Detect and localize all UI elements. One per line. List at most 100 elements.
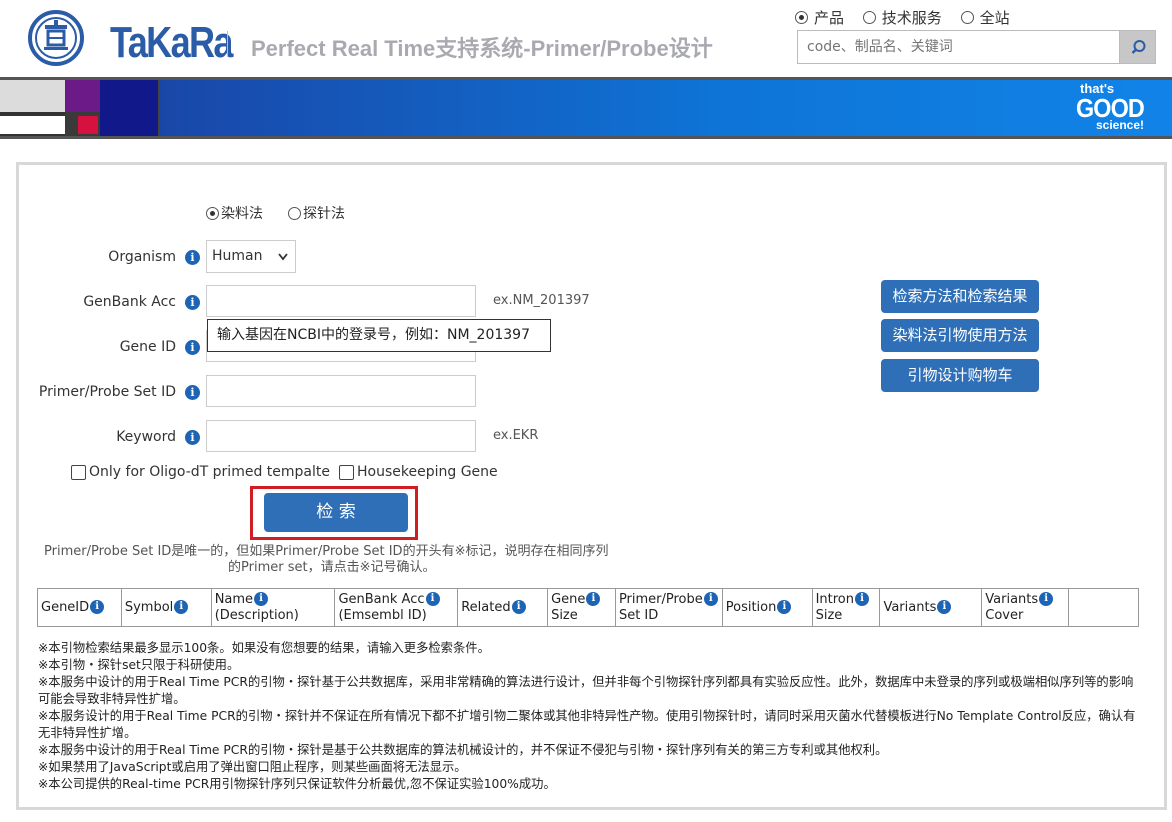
genbank-example: ex.NM_201397 bbox=[493, 293, 590, 308]
genbank-input[interactable] bbox=[206, 285, 476, 317]
info-icon[interactable]: i bbox=[90, 599, 105, 614]
site-search-button[interactable] bbox=[1119, 30, 1156, 64]
column-header: Position i bbox=[723, 589, 813, 626]
info-icon[interactable]: i bbox=[511, 599, 526, 614]
checkbox-icon[interactable] bbox=[71, 464, 86, 480]
scope-option-label: 全站 bbox=[979, 9, 1010, 27]
column-header: Primer/Probe i Set ID bbox=[616, 589, 723, 626]
column-header-label: GeneID i bbox=[41, 599, 105, 616]
banner-gradient bbox=[160, 80, 1172, 136]
info-icon[interactable]: i bbox=[425, 591, 440, 606]
column-header-label: Position i bbox=[726, 599, 792, 616]
column-header: Intron i Size bbox=[813, 589, 881, 626]
oligo-dt-checkbox[interactable]: Only for Oligo-dT primed tempalte bbox=[71, 464, 330, 480]
note-line: 的Primer set，请点击※记号确认。 bbox=[228, 560, 436, 575]
column-header-label: Variants i bbox=[883, 599, 952, 616]
column-header: Related i bbox=[458, 589, 549, 626]
note-line: Primer/Probe Set ID是唯一的，但如果Primer/Probe … bbox=[44, 544, 609, 559]
site-search-input[interactable] bbox=[797, 30, 1119, 64]
column-header: Variants i bbox=[880, 589, 983, 626]
disclaimer-line: ※本服务设计的用于Real Time PCR的引物・探针并不保证在所有情况下都不… bbox=[38, 709, 1136, 740]
brand-wordmark: TaKaRa bbox=[110, 18, 233, 67]
genbank-info-icon[interactable]: i bbox=[185, 295, 200, 310]
radio-selected-icon[interactable] bbox=[206, 206, 219, 220]
radio-icon[interactable] bbox=[862, 11, 876, 24]
housekeeping-label: Housekeeping Gene bbox=[357, 464, 498, 480]
method-option-probe[interactable]: 探针法 bbox=[288, 203, 345, 223]
scope-option-site[interactable]: 全站 bbox=[960, 7, 1010, 28]
results-table-header: GeneID i Symbol i Name i (Description) GenBank … bbox=[37, 588, 1139, 627]
keyword-input[interactable] bbox=[206, 420, 476, 452]
column-header-label: Symbol i bbox=[125, 599, 189, 616]
site-header: TaKaRa Perfect Real Time支持系统-Primer/Prob… bbox=[0, 0, 1172, 78]
disclaimer-line: ※本引物检索结果最多显示100条。如果没有您想要的结果，请输入更多检索条件。 bbox=[38, 641, 490, 655]
info-icon[interactable]: i bbox=[1039, 591, 1054, 606]
scope-option-tech[interactable]: 技术服务 bbox=[862, 7, 942, 28]
method-option-dye[interactable]: 染料法 bbox=[206, 203, 263, 223]
column-header: Symbol i bbox=[122, 589, 212, 626]
info-icon[interactable]: i bbox=[937, 599, 952, 614]
column-header-label: Primer/Probe i Set ID bbox=[619, 591, 718, 624]
info-icon[interactable]: i bbox=[703, 591, 718, 606]
disclaimer-notes: ※本引物检索结果最多显示100条。如果没有您想要的结果，请输入更多检索条件。 ※本… bbox=[38, 640, 1142, 793]
takara-seal-icon bbox=[28, 10, 84, 66]
primer-set-info-icon[interactable]: i bbox=[185, 385, 200, 400]
column-header: Variants i Cover bbox=[982, 589, 1070, 626]
column-header: GeneID i bbox=[38, 589, 122, 626]
info-icon[interactable]: i bbox=[174, 599, 189, 614]
primer-cart-button[interactable]: 引物设计购物车 bbox=[881, 359, 1039, 392]
column-header-label: Intron i Size bbox=[816, 591, 870, 624]
chevron-down-icon bbox=[278, 253, 288, 261]
method-label: 染料法 bbox=[221, 206, 263, 222]
organism-select[interactable]: Human bbox=[206, 240, 296, 273]
primer-set-label: Primer/Probe Set ID bbox=[38, 384, 176, 400]
organism-info-icon[interactable]: i bbox=[185, 250, 200, 265]
banner-border bbox=[0, 136, 1172, 139]
banner-block bbox=[0, 80, 65, 112]
column-header-label: Related i bbox=[461, 599, 526, 616]
info-icon[interactable]: i bbox=[777, 599, 792, 614]
method-label: 探针法 bbox=[303, 206, 345, 222]
scope-option-product[interactable]: 产品 bbox=[795, 7, 844, 28]
search-method-button[interactable]: 检索方法和检索结果 bbox=[881, 280, 1039, 313]
search-scope-radio-group: 产品 技术服务 全站 bbox=[795, 7, 1024, 27]
banner-block bbox=[78, 116, 98, 134]
column-header-label: GenBank Acc i (Emsembl ID) bbox=[338, 591, 440, 624]
radio-selected-icon[interactable] bbox=[795, 11, 808, 24]
scope-option-label: 技术服务 bbox=[881, 9, 942, 27]
column-header-label: Name i (Description) bbox=[214, 591, 299, 623]
geneid-info-icon[interactable]: i bbox=[185, 340, 200, 355]
radio-icon[interactable] bbox=[288, 206, 301, 220]
info-icon[interactable]: i bbox=[586, 591, 601, 606]
column-header: Name i (Description) bbox=[212, 589, 336, 626]
dye-usage-button[interactable]: 染料法引物使用方法 bbox=[881, 319, 1039, 352]
genbank-tooltip: 输入基因在NCBI中的登录号，例如：NM_201397 bbox=[207, 319, 551, 352]
organism-label: Organism bbox=[108, 249, 176, 265]
disclaimer-line: ※本引物・探针set只限于科研使用。 bbox=[38, 658, 240, 672]
tagline-good: GOOD bbox=[1076, 93, 1145, 123]
primer-set-input[interactable] bbox=[206, 375, 476, 407]
info-icon[interactable]: i bbox=[254, 591, 269, 606]
banner-block bbox=[100, 80, 158, 136]
keyword-info-icon[interactable]: i bbox=[185, 430, 200, 445]
column-header-label: Variants i Cover bbox=[985, 591, 1054, 624]
column-header-label: Gene i Size bbox=[551, 591, 601, 624]
organism-selected-value: Human bbox=[212, 248, 263, 264]
radio-icon[interactable] bbox=[960, 11, 974, 24]
banner-block bbox=[65, 80, 100, 112]
thats-good-science-logo: that's GOOD science! bbox=[1076, 82, 1160, 132]
page-title: Perfect Real Time支持系统-Primer/Probe设计 bbox=[251, 36, 713, 61]
takara-logo[interactable]: TaKaRa bbox=[26, 10, 233, 67]
info-icon[interactable]: i bbox=[855, 591, 870, 606]
housekeeping-checkbox[interactable]: Housekeeping Gene bbox=[339, 464, 498, 480]
checkbox-icon[interactable] bbox=[339, 464, 354, 480]
search-button[interactable]: 检 索 bbox=[264, 493, 408, 532]
oligo-dt-label: Only for Oligo-dT primed tempalte bbox=[89, 464, 330, 480]
geneid-label: Gene ID bbox=[119, 339, 176, 355]
keyword-label: Keyword bbox=[116, 429, 176, 445]
primer-set-note: Primer/Probe Set ID是唯一的，但如果Primer/Probe … bbox=[44, 544, 644, 576]
disclaimer-line: ※本服务中设计的用于Real Time PCR的引物・探针基于公共数据库，采用非… bbox=[38, 675, 1134, 706]
scope-option-label: 产品 bbox=[814, 9, 845, 27]
genbank-label: GenBank Acc bbox=[83, 294, 176, 310]
disclaimer-line: ※如果禁用了JavaScript或启用了弹出窗口阻止程序，则某些画面将无法显示。 bbox=[38, 760, 467, 774]
